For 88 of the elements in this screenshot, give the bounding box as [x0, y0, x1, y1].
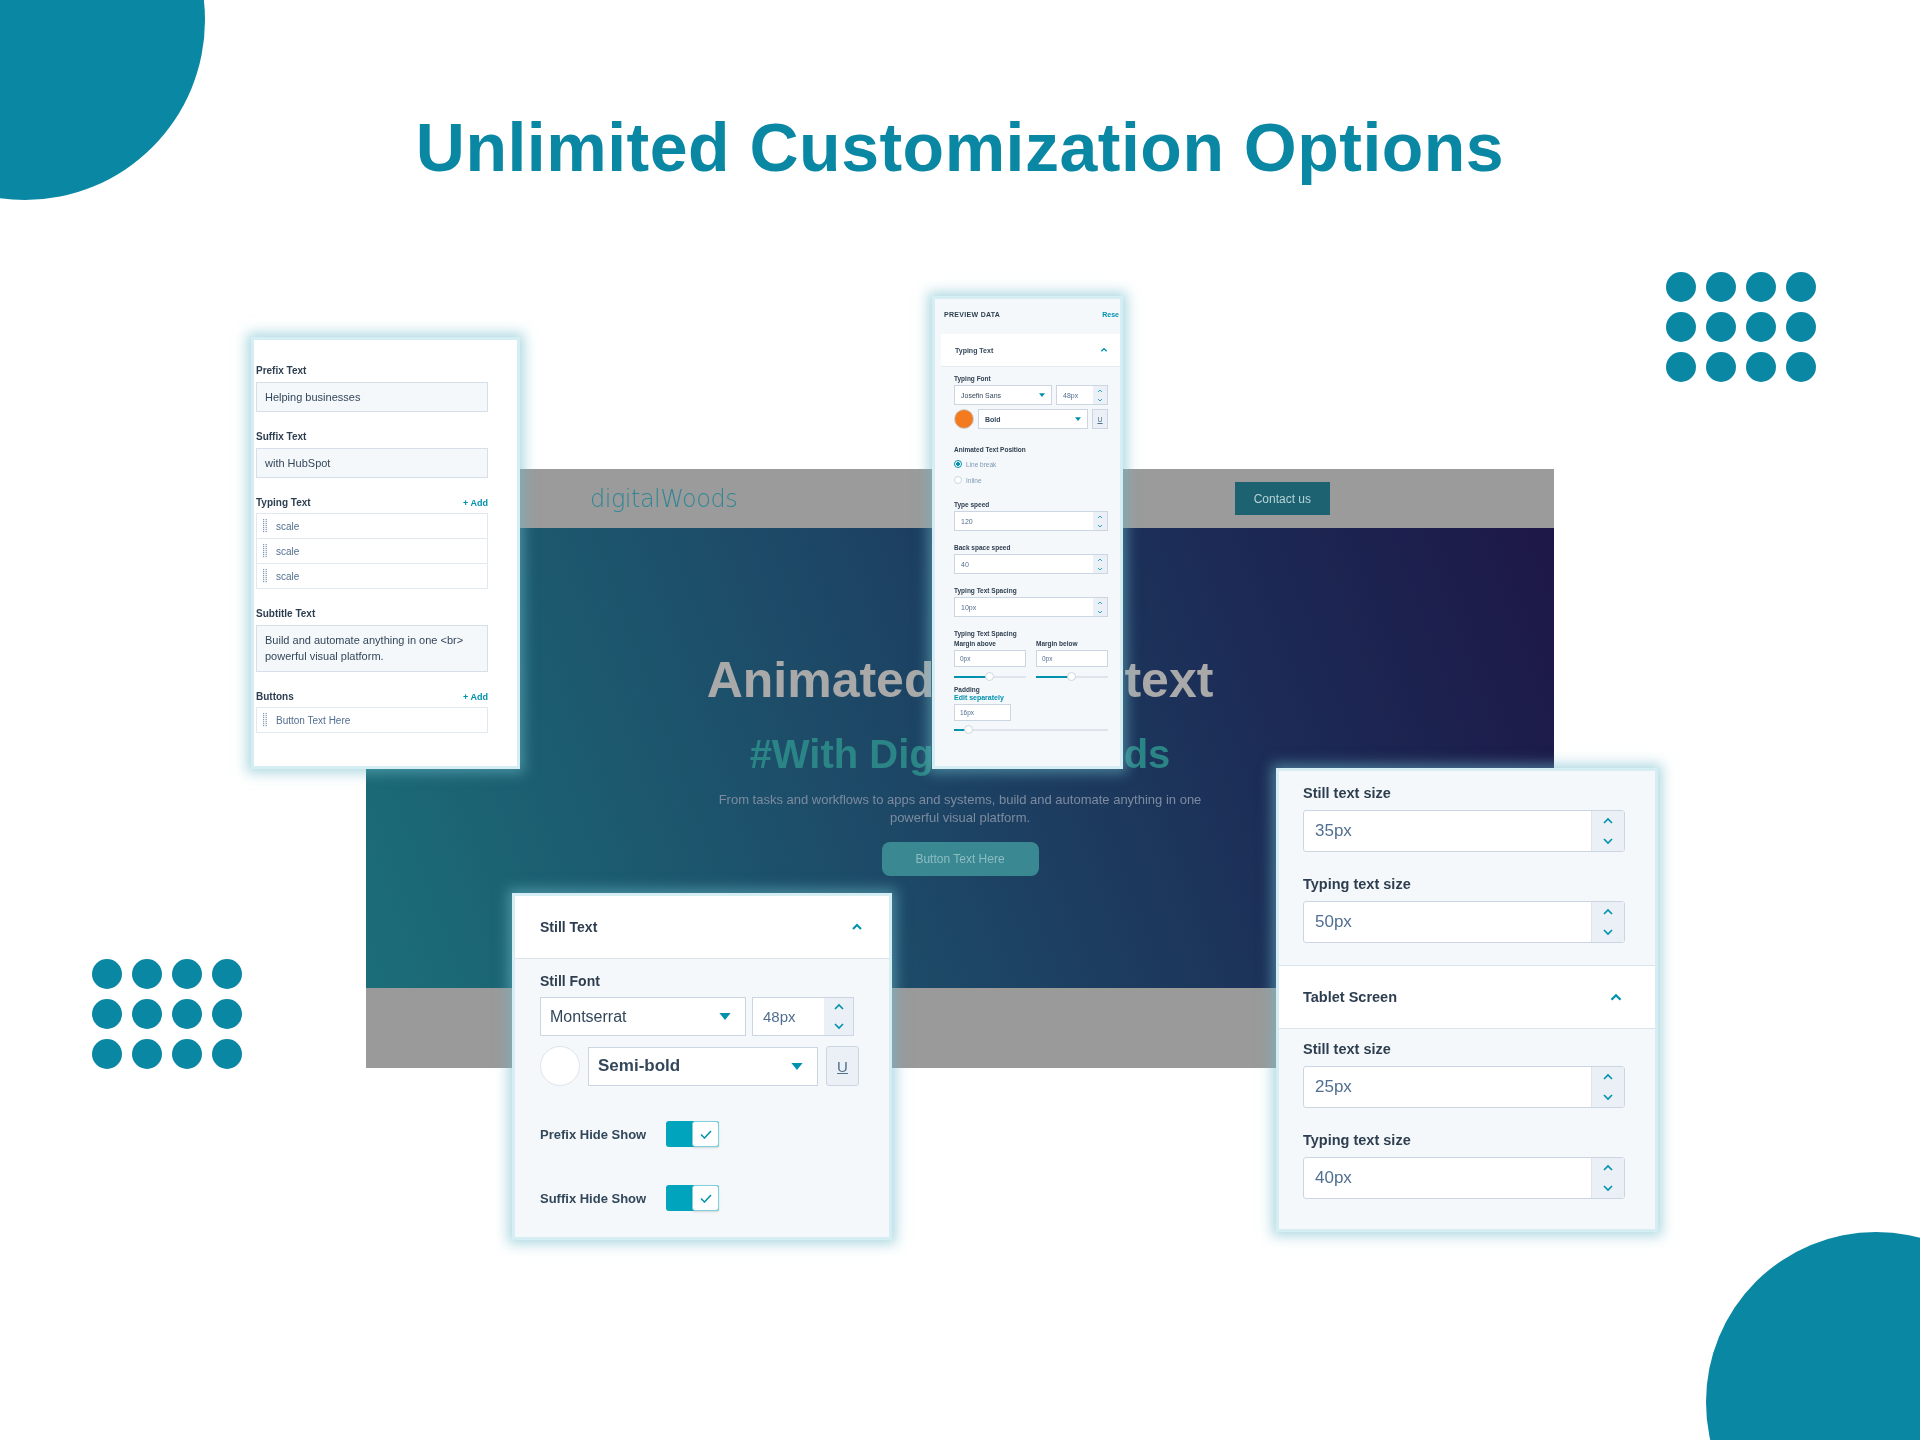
field-label: Still Font: [540, 973, 601, 989]
radio-button[interactable]: [954, 460, 962, 468]
add-link[interactable]: + Add: [463, 691, 488, 702]
weight-dropdown[interactable]: Semi-bold: [588, 1046, 818, 1086]
caret-icon: [791, 1062, 803, 1070]
field-label: Typing text size: [1303, 876, 1412, 892]
color-swatch[interactable]: [954, 409, 974, 429]
chevron-down-icon[interactable]: [1602, 928, 1614, 936]
list-item-text: scale: [276, 520, 300, 532]
field-label: Suffix Text: [256, 431, 307, 442]
field-label: Typing text size: [1303, 1132, 1412, 1148]
chevron-up-icon[interactable]: [1602, 1073, 1614, 1081]
chevron-down-icon[interactable]: [1097, 523, 1103, 528]
number-field[interactable]: 48px: [752, 997, 854, 1036]
chevron-up-icon[interactable]: [832, 1003, 845, 1012]
list-item[interactable]: Button Text Here: [256, 707, 488, 733]
field-label: Still text size: [1303, 785, 1392, 801]
list-item[interactable]: scale: [256, 563, 488, 589]
field-label: Typing Text: [256, 497, 311, 508]
field-value: 25px: [1315, 1077, 1352, 1097]
page-title: Unlimited Customization Options: [415, 108, 1505, 186]
chevron-up-icon[interactable]: [1602, 908, 1614, 916]
field-value: 50px: [1315, 912, 1352, 932]
field-label: Buttons: [256, 691, 294, 702]
chevron-down-icon[interactable]: [832, 1021, 845, 1030]
caret-icon: [1075, 417, 1081, 421]
chevron-down-icon[interactable]: [1602, 1093, 1614, 1101]
underline-button[interactable]: U: [826, 1046, 859, 1086]
text-field[interactable]: with HubSpot: [256, 448, 488, 478]
number-field[interactable]: 40px: [1303, 1157, 1625, 1199]
dropdown-value: Montserrat: [550, 1007, 627, 1026]
grip-icon: [263, 569, 267, 583]
field-value: 35px: [1315, 821, 1352, 841]
slider-thumb[interactable]: [964, 725, 974, 734]
list-item[interactable]: scale: [256, 513, 488, 539]
section-title: Still Text: [540, 919, 598, 935]
number-field[interactable]: 50px: [1303, 901, 1625, 943]
chevron-up-icon[interactable]: [1097, 600, 1103, 605]
slider-thumb[interactable]: [1067, 672, 1076, 681]
caret-icon: [719, 1013, 731, 1020]
field-label: Prefix Text: [256, 365, 307, 376]
chevron-up-icon[interactable]: [1097, 557, 1103, 562]
text-field[interactable]: Helping businesses: [256, 382, 488, 412]
toggle-label: Prefix Hide Show: [540, 1126, 648, 1142]
hero-headline: Animated: [706, 651, 935, 710]
add-link[interactable]: + Add: [463, 497, 488, 508]
color-swatch[interactable]: [540, 1046, 580, 1086]
number-field[interactable]: 35px: [1303, 810, 1625, 852]
check-icon: [699, 1129, 712, 1139]
toggle-switch[interactable]: [666, 1121, 719, 1147]
toggle-switch[interactable]: [666, 1185, 719, 1211]
toggle-label: Suffix Hide Show: [540, 1190, 648, 1206]
chevron-up-icon[interactable]: [1097, 388, 1103, 393]
field-label: Subtitle Text: [256, 608, 316, 619]
hero-description: From tasks and workflows to apps and systems, build and automate anything in one powerful visual platform.: [717, 791, 1203, 827]
hero-subheadline: #With Dig: [749, 731, 934, 778]
chevron-up-icon[interactable]: [1602, 817, 1614, 825]
chevron-up-icon[interactable]: [1097, 514, 1103, 519]
logo: digitalWoods: [590, 484, 738, 513]
number-field[interactable]: 25px: [1303, 1066, 1625, 1108]
field-value: 48px: [763, 1008, 796, 1025]
chevron-down-icon[interactable]: [1097, 397, 1103, 402]
check-icon: [699, 1193, 712, 1203]
chevron-down-icon[interactable]: [1097, 609, 1103, 614]
dropdown-value: Semi-bold: [598, 1056, 681, 1076]
list-item-text: scale: [276, 570, 300, 582]
section-title: Tablet Screen: [1303, 989, 1398, 1005]
chevron-down-icon[interactable]: [1602, 837, 1614, 845]
grip-icon: [263, 519, 267, 533]
field-label: Still text size: [1303, 1041, 1392, 1057]
caret-icon: [1039, 393, 1045, 397]
grip-icon: [263, 713, 267, 727]
hero-headline: text: [1124, 651, 1214, 710]
section-header[interactable]: Tablet Screen: [1279, 965, 1655, 1029]
field-value: 40px: [1315, 1168, 1352, 1188]
chevron-down-icon[interactable]: [1097, 566, 1103, 571]
chevron-up-icon[interactable]: [1602, 1164, 1614, 1172]
slider-thumb[interactable]: [985, 672, 994, 681]
font-dropdown[interactable]: Montserrat: [540, 997, 746, 1036]
list-item[interactable]: scale: [256, 538, 488, 564]
list-item-text: Button Text Here: [276, 714, 351, 726]
section-header[interactable]: Still Text: [515, 896, 889, 959]
hero-subheadline: ds: [1123, 731, 1171, 778]
text-area[interactable]: Build and automate anything in one <br> powerful visual platform.: [256, 625, 488, 672]
chevron-down-icon[interactable]: [1602, 1184, 1614, 1192]
contact-button[interactable]: Contact us: [1234, 482, 1330, 515]
list-item-text: scale: [276, 545, 300, 557]
grip-icon: [263, 544, 267, 558]
